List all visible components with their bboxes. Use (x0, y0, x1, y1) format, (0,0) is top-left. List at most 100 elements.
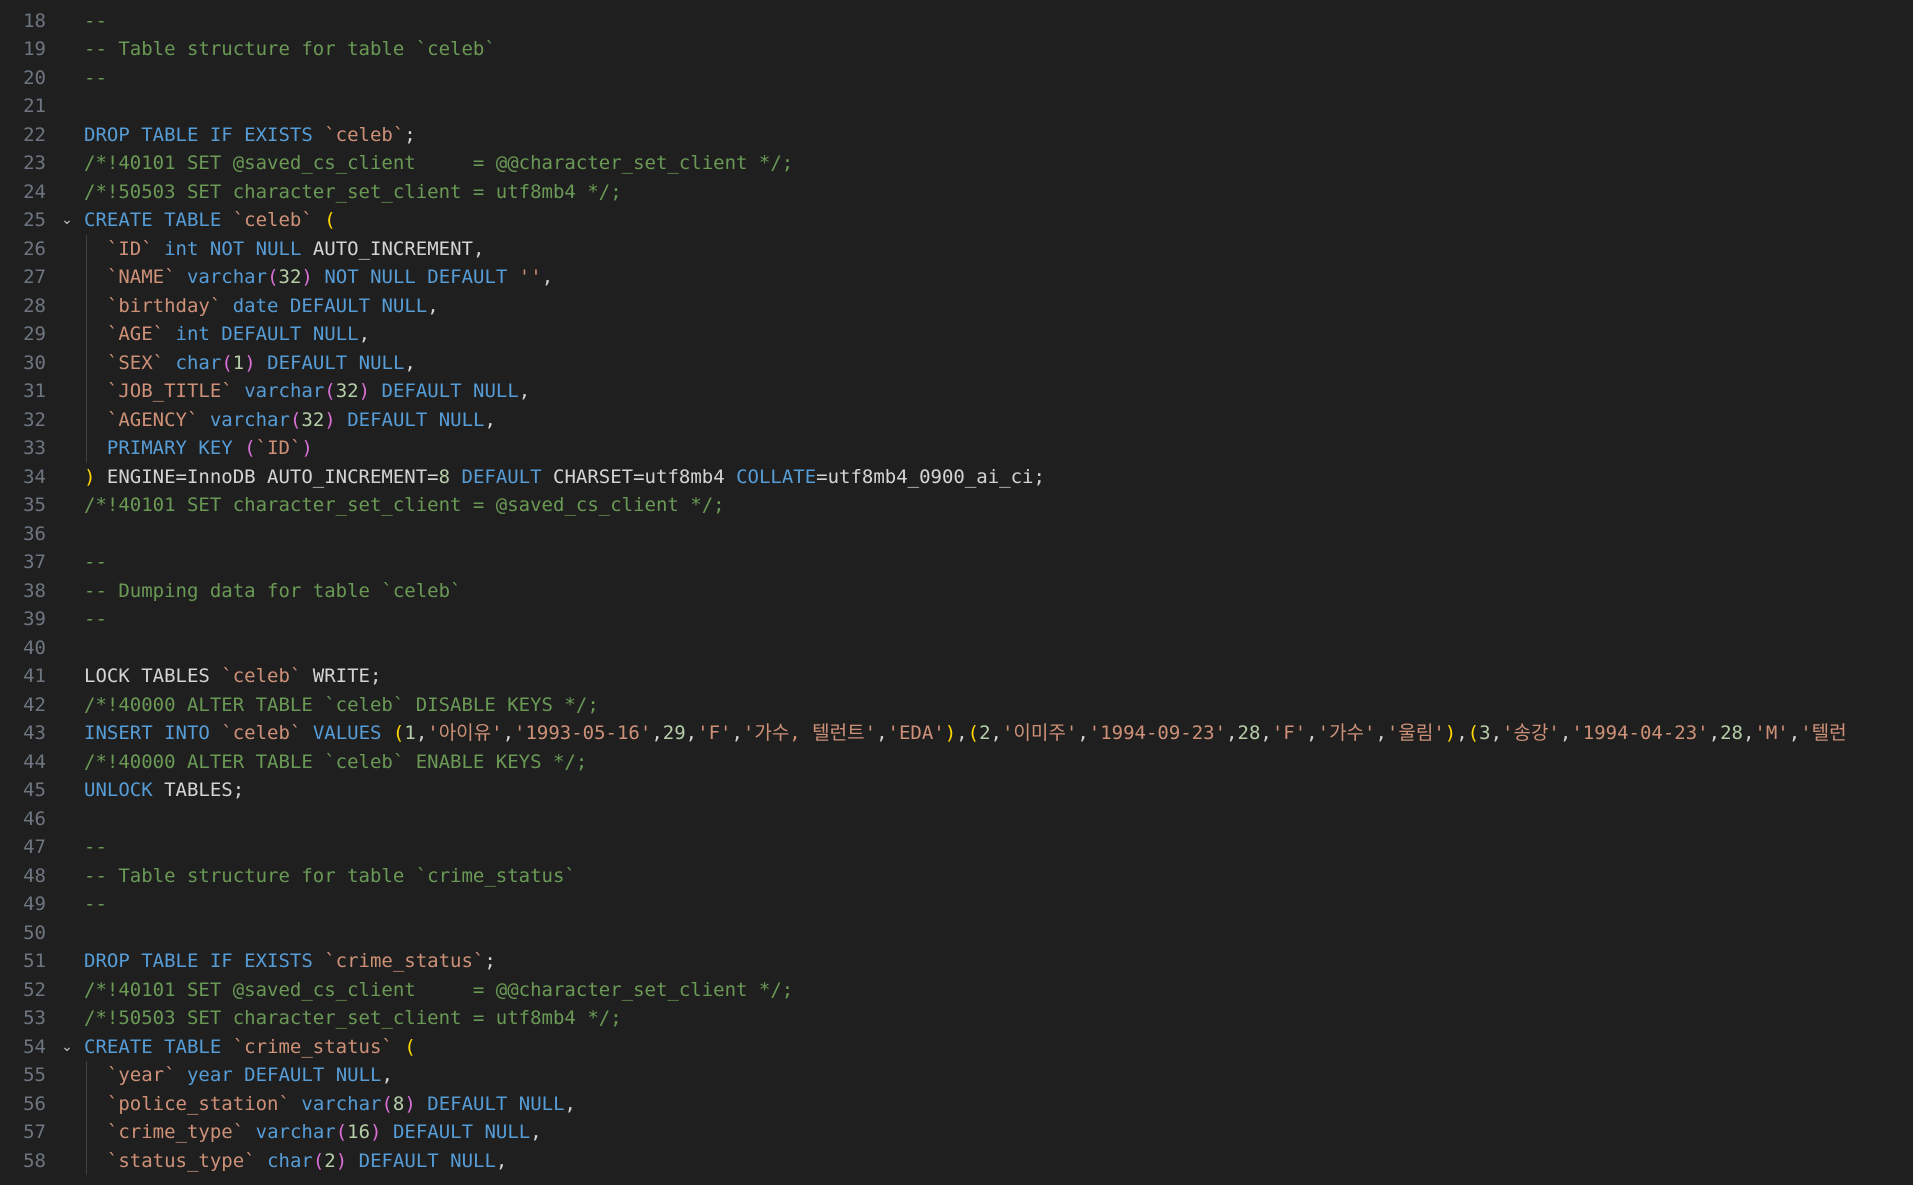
line-number: 57 (23, 1121, 46, 1143)
line-number: 36 (23, 522, 46, 545)
code-line[interactable]: 58 `status_type` char(2) DEFAULT NULL, (0, 1146, 1913, 1175)
code-line[interactable]: 33 PRIMARY KEY (`ID`) (0, 434, 1913, 463)
code-line[interactable]: 40 (0, 634, 1913, 663)
code-token-keyword: DEFAULT NULL (427, 1092, 565, 1115)
code-line[interactable]: 28 `birthday` date DEFAULT NULL, (0, 291, 1913, 321)
code-token-plain: ; (484, 950, 496, 972)
code-line[interactable]: 25 ⌄ CREATE TABLE `celeb` ( (0, 206, 1913, 235)
code-line[interactable]: 32 `AGENCY` varchar(32) DEFAULT NULL, (0, 405, 1913, 434)
code-token-comment: /*!40000 ALTER TABLE `celeb` ENABLE KEYS… (84, 750, 588, 773)
code-line[interactable]: 47 -- (0, 833, 1913, 862)
code-line[interactable]: 44 /*!40000 ALTER TABLE `celeb` ENABLE KE… (0, 748, 1913, 777)
code-line[interactable]: 27 `NAME` varchar(32) NOT NULL DEFAULT '… (0, 263, 1913, 292)
code-line[interactable]: 38 -- Dumping data for table `celeb` (0, 577, 1913, 606)
code-editor[interactable]: 1718--19-- Table structure for table `ce… (0, 0, 1913, 1185)
fold-chevron-icon[interactable]: ⌄ (58, 206, 76, 235)
code-token-plain: , (1306, 722, 1318, 744)
code-token-keyword: PRIMARY KEY (106, 437, 233, 459)
code-token-comment: -- (84, 9, 107, 32)
code-line[interactable]: 48 -- Table structure for table `crime_st… (0, 862, 1913, 891)
code-line[interactable]: 43 INSERT INTO `celeb` VALUES (1,'아이유','1… (0, 719, 1913, 748)
code-line[interactable]: 35 /*!40101 SET character_set_client = @s… (0, 491, 1913, 520)
code-token-plain: , (404, 351, 416, 374)
line-number: 50 (23, 921, 46, 944)
line-number: 39 (23, 608, 46, 630)
line-number: 48 (23, 864, 46, 887)
code-token-plain: ENGINE=InnoDB AUTO_INCREMENT= (95, 465, 439, 488)
line-number: 35 (23, 494, 46, 516)
code-token-string: `ID` (106, 237, 153, 260)
code-token-paren2: ) (358, 380, 371, 402)
code-line[interactable]: 18 -- (0, 7, 1913, 36)
code-line[interactable]: 22 DROP TABLE IF EXISTS `celeb`; (0, 121, 1913, 150)
code-token-plain: , (1226, 722, 1238, 744)
code-line[interactable]: 49 -- (0, 890, 1913, 919)
code-token-keyword: char (175, 351, 222, 374)
code-token-keyword: DEFAULT NULL (358, 1149, 496, 1172)
code-line[interactable]: 55 `year` year DEFAULT NULL, (0, 1061, 1913, 1090)
code-token-comment: /*!40101 SET @saved_cs_client = @@charac… (84, 978, 794, 1001)
code-text: `ID` int NOT NULL AUTO_INCREMENT, (84, 235, 485, 264)
code-line[interactable]: 29 `AGE` int DEFAULT NULL, (0, 320, 1913, 349)
code-line[interactable]: 26 `ID` int NOT NULL AUTO_INCREMENT, (0, 234, 1913, 264)
line-number: 55 (23, 1064, 46, 1086)
code-token-number: 32 (301, 408, 325, 431)
code-line[interactable]: 52 /*!40101 SET @saved_cs_client = @@char… (0, 976, 1913, 1005)
code-line[interactable]: 20 -- (0, 64, 1913, 93)
code-line[interactable]: 46 (0, 805, 1913, 834)
code-text: `JOB_TITLE` varchar(32) DEFAULT NULL, (84, 377, 530, 406)
code-token-string: `crime_status` (232, 1035, 393, 1058)
code-text: `birthday` date DEFAULT NULL, (84, 292, 439, 321)
code-line[interactable]: 36 (0, 520, 1913, 549)
code-lines[interactable]: 1718--19-- Table structure for table `ce… (0, 0, 1913, 1175)
code-line[interactable]: 51 DROP TABLE IF EXISTS `crime_status`; (0, 947, 1913, 976)
code-line[interactable]: 30 `SEX` char(1) DEFAULT NULL, (0, 348, 1913, 377)
code-line[interactable]: 21 (0, 92, 1913, 121)
code-text: -- (84, 7, 107, 36)
code-line[interactable]: 37 -- (0, 548, 1913, 577)
code-line[interactable]: 42 /*!40000 ALTER TABLE `celeb` DISABLE K… (0, 691, 1913, 720)
code-line[interactable]: 45 UNLOCK TABLES; (0, 776, 1913, 805)
code-token-keyword: VALUES (312, 722, 382, 744)
code-line[interactable]: 53 /*!50503 SET character_set_client = ut… (0, 1004, 1913, 1033)
code-line[interactable]: 23 /*!40101 SET @saved_cs_client = @@char… (0, 149, 1913, 178)
code-token-plain: , (518, 380, 531, 402)
code-token-number: 2 (979, 722, 991, 744)
code-text: /*!40101 SET @saved_cs_client = @@charac… (84, 976, 793, 1005)
code-line[interactable]: 54 ⌄ CREATE TABLE `crime_status` ( (0, 1033, 1913, 1062)
code-token-plain: , (541, 266, 554, 288)
code-token-keyword: DEFAULT NULL (381, 380, 519, 402)
code-line[interactable]: 31 `JOB_TITLE` varchar(32) DEFAULT NULL, (0, 377, 1913, 406)
code-token-plain: , (731, 722, 743, 744)
fold-chevron-icon[interactable]: ⌄ (58, 1033, 76, 1062)
code-token-string: 'EDA' (887, 722, 945, 744)
code-token-plain: CHARSET=utf8mb4 (541, 465, 737, 488)
code-text: -- Table structure for table `crime_stat… (84, 862, 576, 891)
line-number: 29 (23, 323, 46, 345)
code-text: /*!40101 SET @saved_cs_client = @@charac… (84, 149, 793, 178)
code-line[interactable]: 57 `crime_type` varchar(16) DEFAULT NULL… (0, 1118, 1913, 1147)
code-token-paren2: ( (324, 380, 336, 402)
code-token-comment: -- (84, 836, 107, 858)
code-text: DROP TABLE IF EXISTS `crime_status`; (84, 947, 496, 976)
code-token-keyword: varchar (301, 1092, 382, 1115)
code-line[interactable]: 24 /*!50503 SET character_set_client = ut… (0, 178, 1913, 207)
code-line[interactable]: 50 (0, 919, 1913, 948)
code-line[interactable]: 34) ENGINE=InnoDB AUTO_INCREMENT=8 DEFAU… (0, 463, 1913, 492)
code-token-string: `celeb` (232, 209, 313, 231)
code-line[interactable]: 56 `police_station` varchar(8) DEFAULT N… (0, 1089, 1913, 1118)
code-line[interactable]: 39 -- (0, 605, 1913, 634)
code-token-string: '텔런 (1800, 722, 1847, 744)
code-line[interactable]: 41 LOCK TABLES `celeb` WRITE; (0, 662, 1913, 691)
code-token-string: 'M' (1754, 722, 1789, 744)
code-text: INSERT INTO `celeb` VALUES (1,'아이유','199… (84, 719, 1847, 748)
code-line[interactable]: 19 -- Table structure for table `celeb` (0, 35, 1913, 64)
